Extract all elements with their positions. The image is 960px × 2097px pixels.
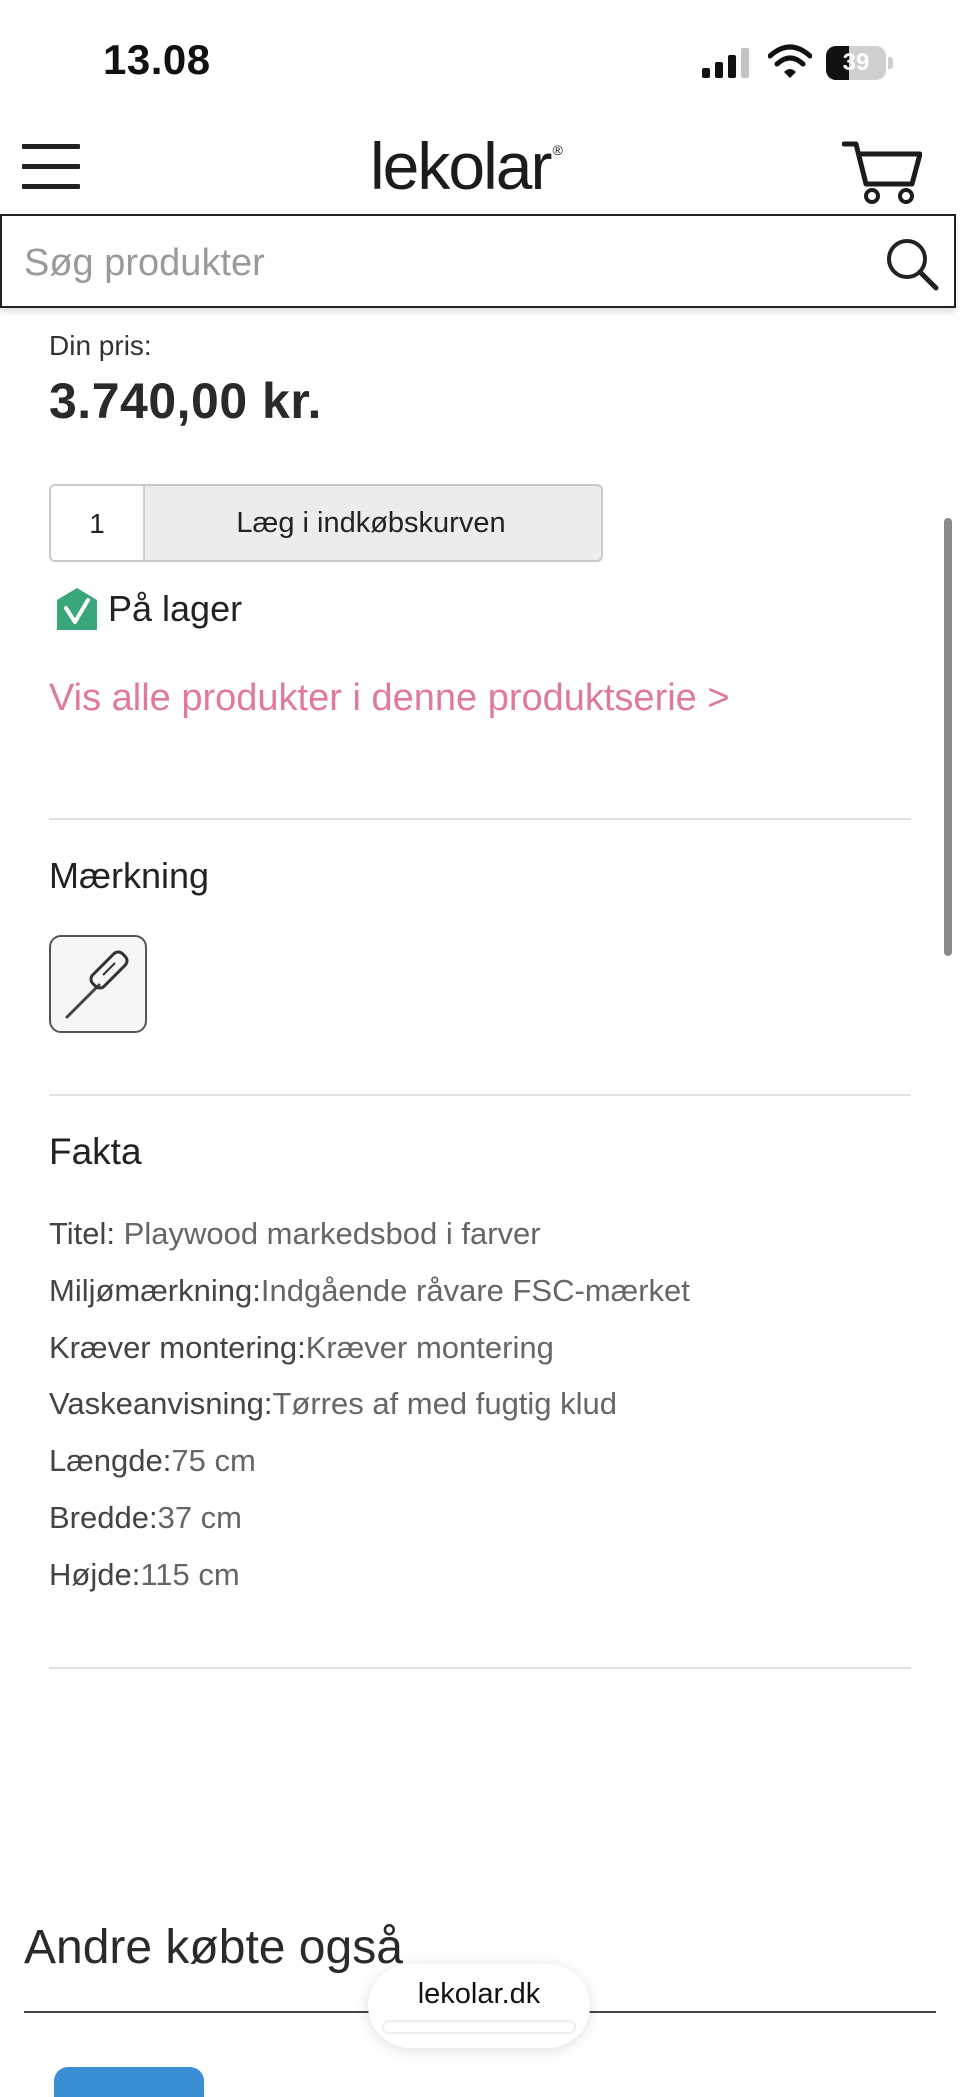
wifi-icon	[768, 44, 812, 78]
page-scrollbar[interactable]	[944, 518, 952, 956]
status-time: 13.08	[103, 36, 211, 83]
cellular-signal-icon	[702, 48, 749, 78]
shopping-cart-icon[interactable]	[842, 140, 922, 206]
divider	[49, 1667, 911, 1669]
quantity-input[interactable]	[51, 486, 145, 560]
in-stock-check-icon	[57, 588, 97, 630]
stock-status: På lager	[108, 588, 243, 629]
search-input[interactable]	[22, 232, 846, 294]
search-icon[interactable]	[884, 236, 940, 292]
fact-row: Bredde:37 cm	[49, 1500, 242, 1535]
fact-row: Miljømærkning:Indgående råvare FSC-mærke…	[49, 1273, 690, 1308]
battery-level: 39	[842, 49, 870, 76]
add-to-cart-group: Læg i indkøbskurven	[49, 484, 603, 562]
price-label: Din pris:	[49, 330, 152, 361]
browser-url-pill[interactable]: lekolar.dk	[368, 1964, 590, 2048]
fact-row: Titel: Playwood markedsbod i farver	[49, 1216, 541, 1251]
fact-row: Kræver montering:Kræver montering	[49, 1330, 554, 1365]
url-progress-track	[382, 2020, 576, 2034]
search-bar	[0, 214, 956, 308]
marking-heading: Mærkning	[49, 855, 210, 896]
hamburger-menu-icon[interactable]	[22, 144, 80, 190]
also-bought-heading: Andre købte også	[24, 1921, 403, 1974]
product-price: 3.740,00 kr.	[49, 373, 322, 429]
battery-icon: 39	[826, 46, 896, 80]
product-card-button[interactable]	[54, 2067, 204, 2097]
screwdriver-icon	[65, 950, 129, 1019]
fact-row: Vaskeanvisning:Tørres af med fugtig klud	[49, 1386, 618, 1421]
browser-url: lekolar.dk	[417, 1978, 541, 2010]
site-logo[interactable]: lekolar ®	[370, 128, 590, 203]
fact-row: Længde:75 cm	[49, 1443, 256, 1478]
divider	[49, 818, 911, 820]
marking-badge[interactable]	[49, 935, 147, 1033]
fact-row: Højde:115 cm	[49, 1557, 240, 1592]
add-to-cart-button[interactable]: Læg i indkøbskurven	[141, 486, 601, 560]
product-series-link[interactable]: Vis alle produkter i denne produktserie …	[49, 677, 730, 720]
divider	[49, 1094, 911, 1096]
facts-heading: Fakta	[49, 1131, 142, 1172]
